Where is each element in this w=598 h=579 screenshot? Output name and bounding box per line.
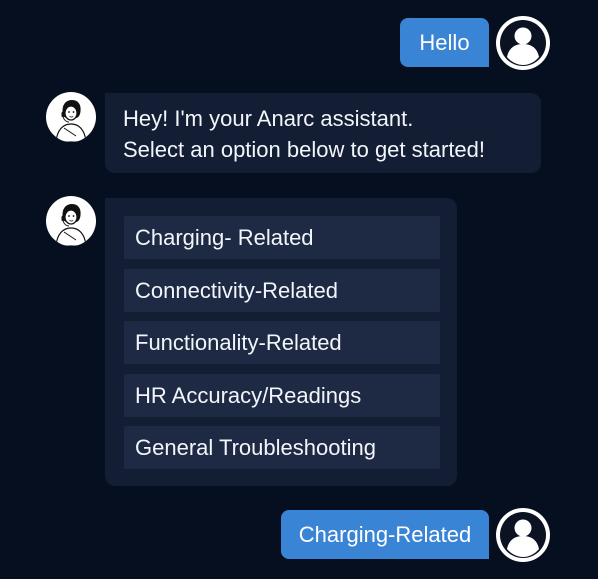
user-message-bubble: Hello [400,18,489,67]
bot-message-text: Hey! I'm your Anarc assistant. Select an… [123,103,541,165]
bot-avatar [46,92,96,142]
option-connectivity-related[interactable]: Connectivity-Related [124,269,440,312]
bot-avatar [46,196,96,246]
bot-message-bubble: Hey! I'm your Anarc assistant. Select an… [105,93,541,173]
option-general-troubleshooting[interactable]: General Troubleshooting [124,426,440,469]
user-selection-bubble: Charging-Related [281,510,489,559]
assistant-illustration-icon [55,204,87,246]
bot-message-line-2: Select an option below to get started! [123,137,486,162]
option-hr-accuracy-readings[interactable]: HR Accuracy/Readings [124,374,440,417]
option-charging-related[interactable]: Charging- Related [124,216,440,259]
bot-message-line-1: Hey! I'm your Anarc assistant. [123,106,414,131]
option-functionality-related[interactable]: Functionality-Related [124,321,440,364]
user-avatar [496,508,550,562]
user-avatar [496,16,550,70]
user-silhouette-icon [500,20,546,66]
user-message-text: Hello [419,29,470,55]
options-bubble: Charging- Related Connectivity-Related F… [105,198,457,486]
user-silhouette-icon [500,512,546,558]
assistant-illustration-icon [55,100,87,142]
user-selection-text: Charging-Related [298,521,472,547]
